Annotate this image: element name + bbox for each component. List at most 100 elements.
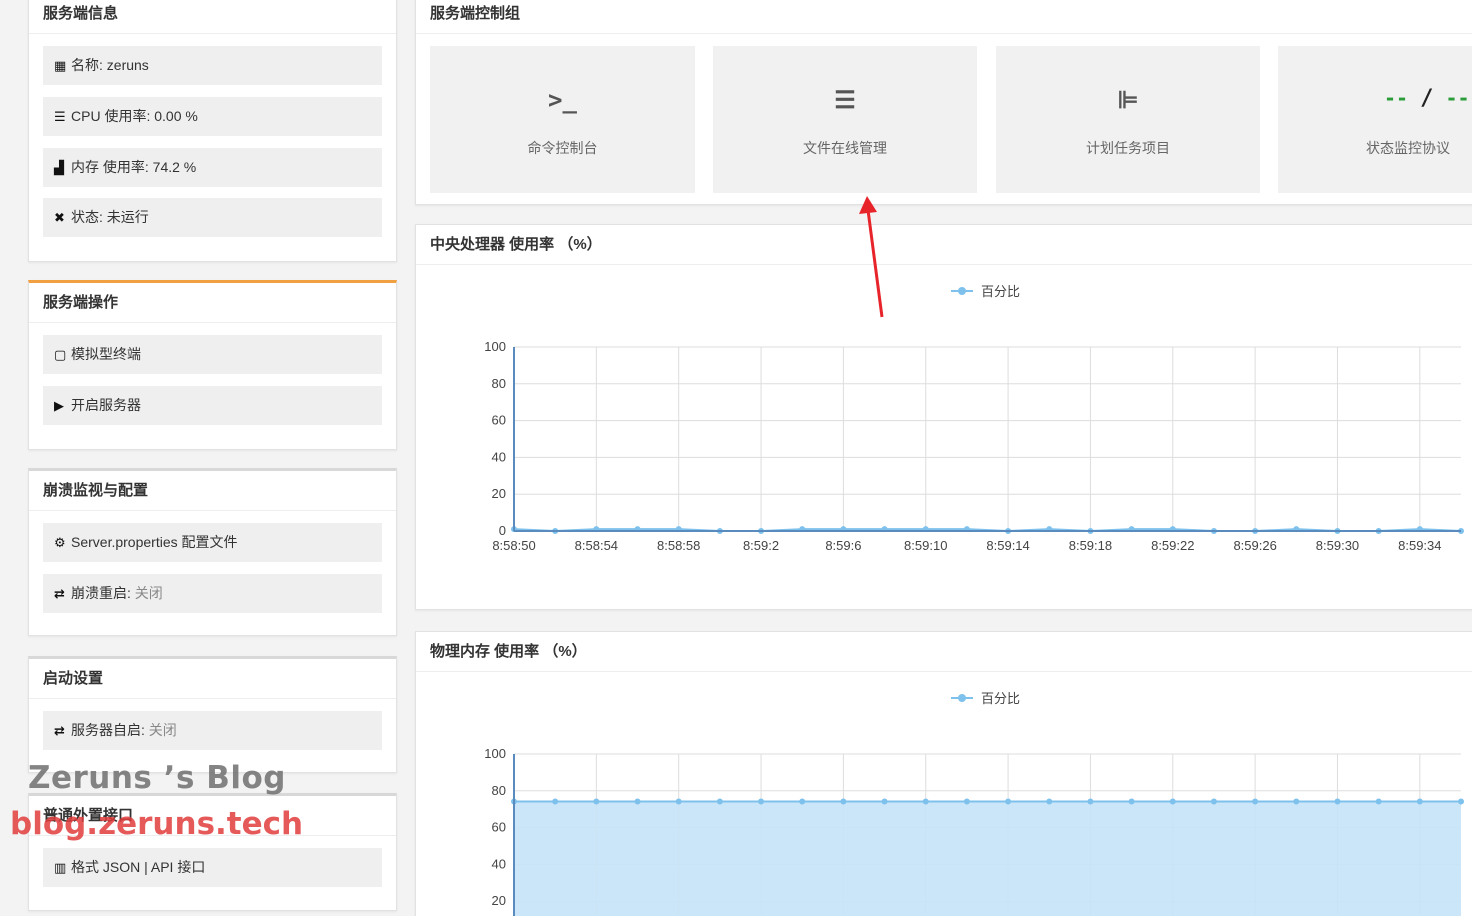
data-point [716, 798, 723, 805]
startup-panel: 启动设置 ⇄ 服务器自启: 关闭 [28, 656, 397, 773]
auto-start-toggle[interactable]: ⇄ 服务器自启: 关闭 [43, 711, 382, 750]
x-tick-label: 8:59:22 [1151, 538, 1194, 553]
terminal-button-label: 模拟型终端 [71, 346, 141, 362]
data-point [881, 798, 888, 805]
y-tick-label: 40 [492, 449, 506, 464]
start-server-label: 开启服务器 [71, 397, 141, 413]
file-manager-tile[interactable]: ☰ 文件在线管理 [713, 46, 977, 193]
x-tick-label: 8:59:6 [825, 538, 861, 553]
crash-monitor-title: 崩溃监视与配置 [29, 471, 396, 511]
terminal-icon: >_ [548, 86, 577, 114]
close-icon: ✖ [54, 210, 65, 225]
status-label: 状态: [71, 209, 107, 225]
data-point [552, 798, 559, 805]
gear-icon: ⚙ [54, 535, 66, 550]
data-point [1416, 798, 1423, 805]
cpu-chart-panel: 中央处理器 使用率 （%） 百分比 0 20 40 60 80 100 8:58:50 8:58… [415, 224, 1472, 610]
x-tick-label: 8:59:30 [1316, 538, 1359, 553]
server-properties-label: Server.properties 配置文件 [71, 534, 238, 550]
data-point [1210, 798, 1217, 805]
play-icon: ▶ [54, 398, 64, 413]
legend-label: 百分比 [981, 284, 1020, 299]
data-point [1128, 798, 1135, 805]
data-point [799, 798, 806, 805]
terminal-button[interactable]: ▢ 模拟型终端 [43, 335, 382, 374]
startup-title: 启动设置 [29, 659, 396, 699]
cpu-chart-title: 中央处理器 使用率 （%） [416, 225, 1472, 265]
status-glyph-slash: / [1420, 86, 1434, 111]
api-json-label: 格式 JSON | API 接口 [71, 859, 206, 875]
server-ops-panel: 服务端操作 ▢ 模拟型终端 ▶ 开启服务器 [28, 280, 397, 450]
grid-icon: ▦ [54, 58, 67, 73]
cpu-usage-item: ☰ CPU 使用率: 0.00 % [43, 97, 382, 136]
y-tick-label: 20 [492, 486, 506, 501]
x-tick-label: 8:58:54 [575, 538, 618, 553]
status-icon: -- / -- [1278, 86, 1472, 116]
data-point [758, 798, 765, 805]
x-tick-label: 8:59:10 [904, 538, 947, 553]
data-point [1087, 798, 1094, 805]
data-point [1375, 798, 1382, 805]
tasks-icon: ⊫ [1117, 86, 1139, 114]
data-point [922, 798, 929, 805]
scheduled-tasks-tile[interactable]: ⊫ 计划任务项目 [996, 46, 1260, 193]
server-ops-title: 服务端操作 [29, 283, 396, 323]
start-server-button[interactable]: ▶ 开启服务器 [43, 386, 382, 425]
memory-usage-label: 内存 使用率: 74.2 % [71, 159, 197, 175]
scheduled-tasks-label: 计划任务项目 [1086, 140, 1170, 156]
server-name-item: ▦ 名称: zeruns [43, 46, 382, 85]
crash-monitor-panel: 崩溃监视与配置 ⚙ Server.properties 配置文件 ⇄ 崩溃重启: 关… [28, 468, 397, 636]
memory-chart-title: 物理内存 使用率 （%） [416, 632, 1472, 672]
server-icon: ☰ [54, 109, 66, 124]
legend-label: 百分比 [981, 691, 1020, 706]
data-point [963, 798, 970, 805]
data-point [593, 798, 600, 805]
memory-chart-panel: 物理内存 使用率 （%） 百分比 20 40 60 80 100 [415, 631, 1472, 916]
file-manager-label: 文件在线管理 [803, 140, 887, 156]
command-console-tile[interactable]: >_ 命令控制台 [430, 46, 695, 193]
y-tick-label: 60 [492, 820, 506, 835]
y-tick-label: 0 [499, 523, 506, 538]
crash-restart-label: 崩溃重启: [71, 585, 135, 601]
api-json-button[interactable]: ▥ 格式 JSON | API 接口 [43, 848, 382, 887]
auto-start-label: 服务器自启: [71, 722, 149, 738]
terminal-square-icon: ▢ [54, 347, 67, 362]
server-properties-button[interactable]: ⚙ Server.properties 配置文件 [43, 523, 382, 562]
control-group-panel: 服务端控制组 >_ 命令控制台 ☰ 文件在线管理 ⊫ 计划任务项目 -- / -… [415, 0, 1472, 205]
data-point [1169, 798, 1176, 805]
memory-usage-chart: 百分比 20 40 60 80 100 [484, 691, 1464, 916]
cpu-usage-chart: 百分比 0 20 40 60 80 100 8:58:50 8:58:54 8:58:58 8:59… [484, 284, 1464, 553]
data-point [1334, 798, 1341, 805]
crash-restart-toggle[interactable]: ⇄ 崩溃重启: 关闭 [43, 574, 382, 613]
data-point [1293, 798, 1300, 805]
data-point [1252, 798, 1259, 805]
data-point [634, 798, 641, 805]
y-tick-label: 20 [492, 893, 506, 908]
y-tick-label: 100 [484, 339, 506, 354]
x-tick-label: 8:59:18 [1069, 538, 1112, 553]
x-tick-label: 8:58:58 [657, 538, 700, 553]
data-point [675, 798, 682, 805]
server-name-label: 名称: zeruns [71, 57, 149, 73]
retweet-icon: ⇄ [54, 586, 65, 601]
data-point [1046, 798, 1053, 805]
y-tick-label: 60 [492, 413, 506, 428]
y-tick-label: 80 [492, 783, 506, 798]
y-tick-label: 100 [484, 746, 506, 761]
server-info-panel: 服务端信息 ▦ 名称: zeruns ☰ CPU 使用率: 0.00 % ▟ 内存 使… [28, 0, 397, 262]
auto-start-value: 关闭 [148, 722, 177, 738]
y-tick-label: 40 [492, 856, 506, 871]
server-info-title: 服务端信息 [29, 0, 396, 34]
status-glyph-left: -- [1384, 86, 1409, 110]
command-console-label: 命令控制台 [527, 140, 598, 156]
cpu-usage-label: CPU 使用率: 0.00 % [71, 108, 198, 124]
data-point [1458, 798, 1464, 805]
annotation-arrow [859, 196, 884, 318]
watermark-blog-name: Zeruns ’s Blog [28, 760, 286, 796]
list-icon: ☰ [834, 86, 856, 114]
data-point [840, 798, 847, 805]
status-monitor-tile[interactable]: -- / -- 状态监控协议 [1278, 46, 1472, 193]
x-tick-label: 8:59:2 [743, 538, 779, 553]
x-tick-label: 8:59:34 [1398, 538, 1441, 553]
x-tick-label: 8:58:50 [492, 538, 535, 553]
